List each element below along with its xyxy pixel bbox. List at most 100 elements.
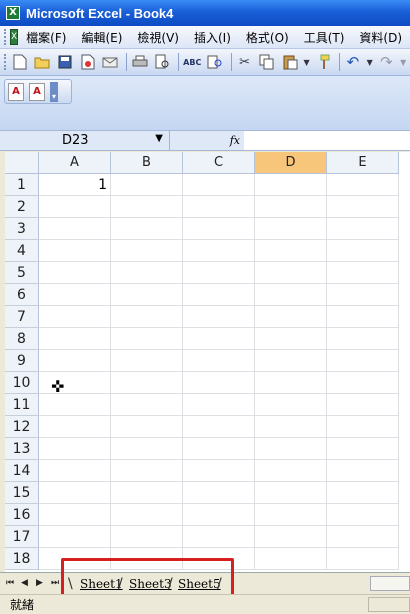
toolbar-grip[interactable] [4,54,7,70]
save-icon[interactable] [55,52,75,72]
cell-c1[interactable] [183,174,255,196]
new-icon[interactable] [10,52,30,72]
cell-d5[interactable] [255,262,327,284]
excel-app-icon[interactable]: X [6,6,20,20]
column-header-a[interactable]: A [39,152,111,174]
menu-file[interactable]: 檔案(F) [26,29,66,46]
cell-c8[interactable] [183,328,255,350]
cell-e15[interactable] [327,482,399,504]
cell-b12[interactable] [111,416,183,438]
row-header-2[interactable]: 2 [5,196,39,218]
menu-tools[interactable]: 工具(T) [304,29,345,46]
cell-c2[interactable] [183,196,255,218]
cell-e13[interactable] [327,438,399,460]
cell-e6[interactable] [327,284,399,306]
menubar-grip[interactable] [4,29,6,45]
cell-b15[interactable] [111,482,183,504]
pdf-email-icon[interactable]: A [29,82,45,101]
paste-icon[interactable] [280,52,300,72]
cell-c6[interactable] [183,284,255,306]
cell-e2[interactable] [327,196,399,218]
undo-icon[interactable]: ↶ [343,52,363,72]
research-icon[interactable] [205,52,225,72]
first-sheet-icon[interactable]: ⏮ [6,578,14,588]
cell-c9[interactable] [183,350,255,372]
cell-b10[interactable] [111,372,183,394]
cell-a15[interactable] [39,482,111,504]
menu-format[interactable]: 格式(O) [246,29,289,46]
row-header-16[interactable]: 16 [5,504,39,526]
cell-c7[interactable] [183,306,255,328]
chevron-down-icon[interactable]: ▼ [155,133,163,144]
cell-e17[interactable] [327,526,399,548]
spelling-icon[interactable]: ABC [182,52,202,72]
insert-function-button[interactable]: fx [170,131,244,150]
cell-d15[interactable] [255,482,327,504]
cell-a4[interactable] [39,240,111,262]
cell-c10[interactable] [183,372,255,394]
cell-d18[interactable] [255,548,327,570]
cell-d6[interactable] [255,284,327,306]
cell-e18[interactable] [327,548,399,570]
row-header-5[interactable]: 5 [5,262,39,284]
row-header-17[interactable]: 17 [5,526,39,548]
cell-c13[interactable] [183,438,255,460]
column-header-e[interactable]: E [327,152,399,174]
cell-b1[interactable] [111,174,183,196]
prev-sheet-icon[interactable]: ◀ [21,578,28,588]
row-header-4[interactable]: 4 [5,240,39,262]
cell-a14[interactable] [39,460,111,482]
copy-icon[interactable] [257,52,277,72]
chevron-down-icon[interactable]: ▼ [399,52,407,72]
cell-c17[interactable] [183,526,255,548]
row-header-15[interactable]: 15 [5,482,39,504]
cell-e4[interactable] [327,240,399,262]
cell-b5[interactable] [111,262,183,284]
cell-a5[interactable] [39,262,111,284]
name-box[interactable]: D23 ▼ [0,131,170,150]
cell-d7[interactable] [255,306,327,328]
cell-e14[interactable] [327,460,399,482]
cell-d13[interactable] [255,438,327,460]
format-painter-icon[interactable] [313,52,333,72]
cell-b2[interactable] [111,196,183,218]
pdf-convert-icon[interactable]: A [8,82,24,101]
cell-b13[interactable] [111,438,183,460]
email-icon[interactable] [101,52,121,72]
cell-e5[interactable] [327,262,399,284]
cell-c15[interactable] [183,482,255,504]
row-header-18[interactable]: 18 [5,548,39,570]
cell-d8[interactable] [255,328,327,350]
cell-e3[interactable] [327,218,399,240]
toolbar-options-icon[interactable]: ▾ [50,81,58,102]
cell-e10[interactable] [327,372,399,394]
cell-d1[interactable] [255,174,327,196]
workbook-icon[interactable]: X [10,29,19,45]
row-header-10[interactable]: 10 [5,372,39,394]
cell-e1[interactable] [327,174,399,196]
cell-d17[interactable] [255,526,327,548]
column-header-b[interactable]: B [111,152,183,174]
cell-c11[interactable] [183,394,255,416]
cell-a17[interactable] [39,526,111,548]
menu-view[interactable]: 檢視(V) [137,29,179,46]
row-header-8[interactable]: 8 [5,328,39,350]
next-sheet-icon[interactable]: ▶ [36,578,43,588]
cell-a9[interactable] [39,350,111,372]
cell-e16[interactable] [327,504,399,526]
cell-a2[interactable] [39,196,111,218]
cell-a10[interactable] [39,372,111,394]
cell-e8[interactable] [327,328,399,350]
cell-d12[interactable] [255,416,327,438]
cell-d3[interactable] [255,218,327,240]
menu-edit[interactable]: 編輯(E) [81,29,122,46]
cell-c14[interactable] [183,460,255,482]
cell-d11[interactable] [255,394,327,416]
cell-b16[interactable] [111,504,183,526]
cell-c5[interactable] [183,262,255,284]
cell-e7[interactable] [327,306,399,328]
menu-data[interactable]: 資料(D) [359,29,402,46]
column-header-c[interactable]: C [183,152,255,174]
row-header-7[interactable]: 7 [5,306,39,328]
cell-b8[interactable] [111,328,183,350]
